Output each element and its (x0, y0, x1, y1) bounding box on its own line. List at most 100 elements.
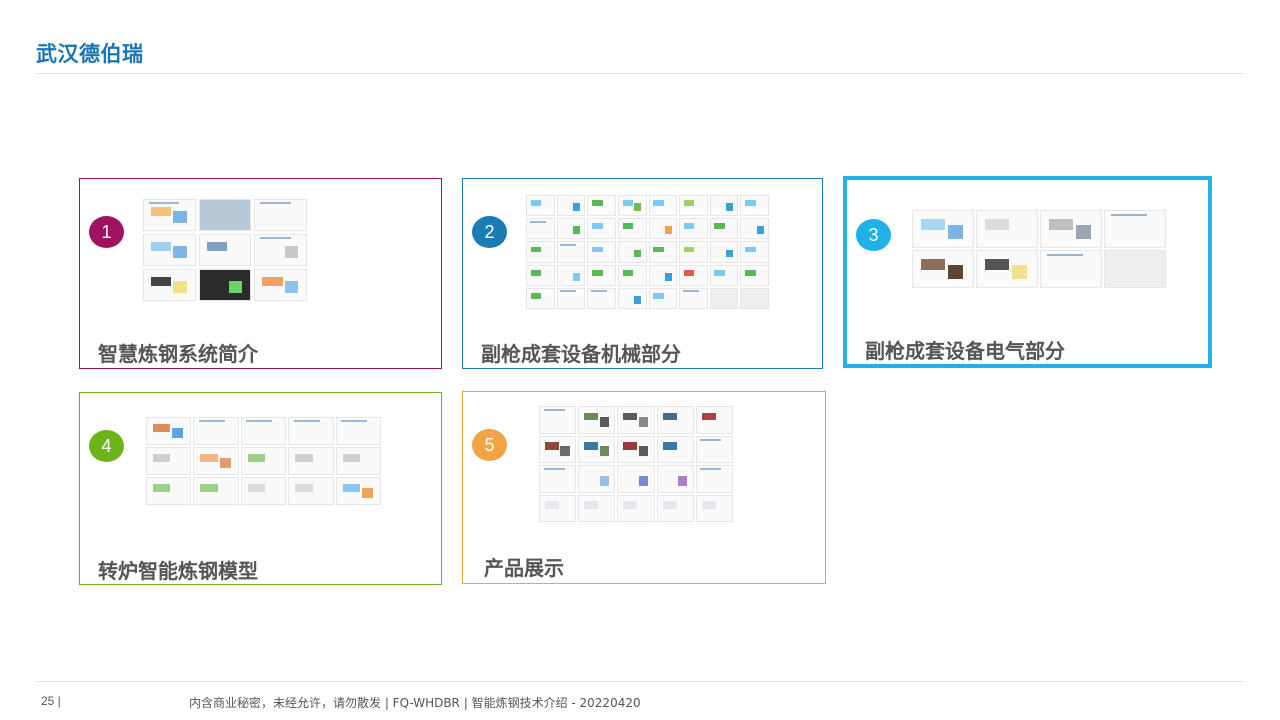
slide-thumbnail (656, 406, 694, 434)
slide-thumbnail (617, 465, 655, 493)
slide-thumbnail (740, 218, 769, 240)
section-card-5[interactable]: 5 产品展示 (462, 391, 826, 584)
slide-thumbnail (556, 264, 586, 286)
slide-thumbnail (556, 241, 586, 263)
slide-thumbnails (539, 406, 733, 522)
slide-thumbnail (617, 406, 655, 434)
header-divider (36, 73, 1243, 74)
slide-thumbnail (740, 241, 769, 263)
slide-thumbnail (556, 195, 586, 217)
slide-thumbnail (198, 199, 252, 231)
slide-thumbnail (240, 417, 287, 445)
slide-thumbnail (335, 417, 381, 445)
slide-thumbnail (679, 218, 708, 240)
slide-thumbnail (648, 218, 678, 240)
slide-thumbnail (526, 218, 555, 240)
section-title: 智慧炼钢系统简介 (98, 342, 258, 366)
section-number-badge: 4 (89, 430, 124, 462)
empty-slot (740, 287, 769, 309)
slide-thumbnail (587, 264, 616, 286)
slide-thumbnails (912, 210, 1166, 288)
slide-thumbnail (539, 435, 577, 463)
slide-thumbnail (1040, 250, 1102, 288)
empty-slot (1104, 250, 1166, 288)
slide-thumbnails (526, 195, 769, 309)
section-number-badge: 5 (472, 429, 507, 461)
slide-thumbnail (526, 241, 555, 263)
slide-thumbnail (143, 269, 196, 301)
slide-thumbnail (617, 287, 647, 309)
slide-thumbnail (617, 264, 647, 286)
slide-thumbnail (709, 195, 739, 217)
slide-thumbnail (193, 417, 239, 445)
page-number: 25 | (41, 694, 61, 708)
section-card-2[interactable]: 2 副枪成套设备机械部分 (462, 178, 823, 369)
slide-thumbnail (240, 477, 287, 505)
slide-thumbnail (539, 406, 577, 434)
slide-thumbnail (254, 234, 307, 266)
slide-thumbnail (617, 494, 655, 522)
slide-thumbnail (617, 218, 647, 240)
slide-thumbnail (648, 264, 678, 286)
slide-thumbnails (143, 199, 307, 301)
slide-thumbnail (526, 287, 555, 309)
slide-thumbnail (695, 406, 733, 434)
section-title: 副枪成套设备机械部分 (481, 342, 681, 366)
slide-thumbnail (578, 406, 616, 434)
slide-thumbnail (656, 465, 694, 493)
slide-thumbnail (587, 195, 616, 217)
slide-thumbnail (539, 494, 577, 522)
slide-thumbnail (146, 447, 192, 475)
empty-slot (709, 287, 739, 309)
slide-thumbnail (617, 435, 655, 463)
section-card-3[interactable]: 3 副枪成套设备电气部分 (843, 176, 1212, 368)
footer-confidentiality-note: 内含商业秘密，未经允许，请勿散发 | FQ-WHDBR | 智能炼钢技术介绍 -… (189, 696, 641, 710)
slide-thumbnail (288, 447, 334, 475)
slide-thumbnail (146, 417, 192, 445)
slide-thumbnail (1040, 210, 1102, 248)
section-title: 副枪成套设备电气部分 (865, 339, 1065, 363)
slide-thumbnail (288, 477, 334, 505)
slide-thumbnail (740, 264, 769, 286)
slide-thumbnail (146, 477, 192, 505)
slide-thumbnail (709, 264, 739, 286)
slide-thumbnail (288, 417, 334, 445)
slide-thumbnail (578, 465, 616, 493)
slide-thumbnail (254, 199, 307, 231)
slide-thumbnail (679, 195, 708, 217)
brand-title: 武汉德伯瑞 (36, 42, 144, 66)
slide-thumbnail (912, 210, 974, 248)
slide-thumbnail (198, 269, 252, 301)
slide-thumbnail (656, 494, 694, 522)
slide-thumbnail (587, 218, 616, 240)
slide-thumbnail (709, 218, 739, 240)
section-number-badge: 3 (856, 219, 891, 251)
slide-thumbnail (695, 435, 733, 463)
slide-thumbnail (648, 195, 678, 217)
section-title: 转炉智能炼钢模型 (98, 559, 258, 583)
slide-thumbnail (556, 218, 586, 240)
slide-thumbnail (587, 241, 616, 263)
section-card-1[interactable]: 1 智慧炼钢系统简介 (79, 178, 442, 369)
slide-thumbnail (709, 241, 739, 263)
section-title: 产品展示 (484, 556, 564, 580)
slide-thumbnail (976, 210, 1038, 248)
slide-thumbnails (146, 417, 381, 505)
slide-thumbnail (335, 447, 381, 475)
slide-thumbnail (335, 477, 381, 505)
slide-thumbnail (526, 264, 555, 286)
slide-thumbnail (143, 234, 196, 266)
slide-thumbnail (912, 250, 974, 288)
section-number-badge: 2 (472, 216, 507, 248)
slide-thumbnail (143, 199, 196, 231)
slide-thumbnail (578, 494, 616, 522)
slide-thumbnail (193, 447, 239, 475)
footer-divider (36, 681, 1243, 682)
slide-thumbnail (193, 477, 239, 505)
section-card-4[interactable]: 4 转炉智能炼钢模型 (79, 392, 442, 585)
slide-thumbnail (656, 435, 694, 463)
slide-thumbnail (198, 234, 252, 266)
slide-thumbnail (254, 269, 307, 301)
slide-thumbnail (679, 264, 708, 286)
slide-thumbnail (648, 241, 678, 263)
